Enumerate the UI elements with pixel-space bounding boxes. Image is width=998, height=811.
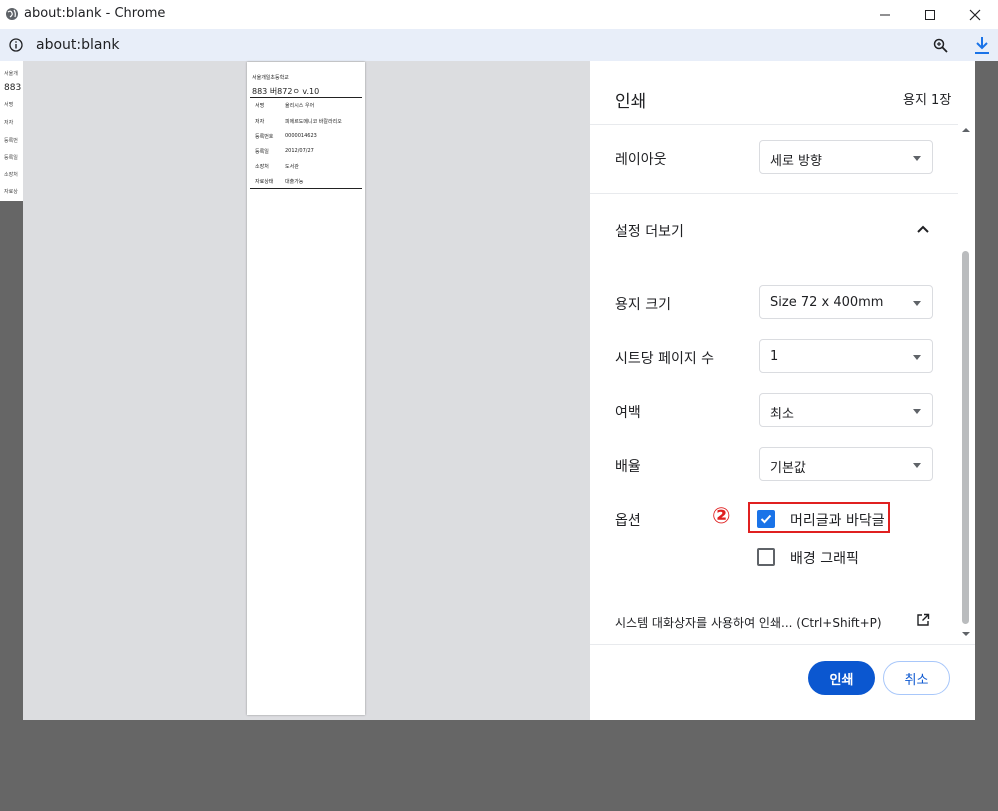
preview-key: 소장처 xyxy=(255,164,269,170)
margins-select[interactable]: 최소 xyxy=(759,393,933,427)
options-label: 옵션 xyxy=(615,513,641,529)
margins-label: 여백 xyxy=(615,405,641,421)
pages-per-sheet-select[interactable]: 1 xyxy=(759,339,933,373)
pages-per-sheet-label: 시트당 페이지 수 xyxy=(615,351,715,367)
cancel-button[interactable]: 취소 xyxy=(883,661,950,695)
preview-divider xyxy=(250,188,362,189)
preview-key: 서명 xyxy=(255,103,265,109)
background-page: 서울개 883 서명 저자 등록번 등록일 소장처 자료상 xyxy=(0,61,24,201)
print-button[interactable]: 인쇄 xyxy=(808,661,875,695)
bg-text: 자료상 xyxy=(4,189,18,195)
preview-value: 0000014623 xyxy=(285,133,317,139)
scale-label: 배율 xyxy=(615,459,641,475)
minimize-button[interactable] xyxy=(862,0,908,29)
open-external-icon xyxy=(917,613,930,626)
close-button[interactable] xyxy=(952,0,998,29)
bg-text: 등록번 xyxy=(4,138,18,144)
info-icon[interactable] xyxy=(9,38,23,52)
checkmark-icon xyxy=(760,514,772,524)
scroll-down-icon[interactable] xyxy=(961,630,971,638)
bg-text: 저자 xyxy=(4,120,14,126)
more-settings-label: 설정 더보기 xyxy=(615,224,684,240)
section-divider xyxy=(590,193,958,194)
layout-select[interactable]: 세로 방향 xyxy=(759,140,933,174)
preview-value: 율리시스 우어 xyxy=(285,103,315,109)
bg-text: 서울개 xyxy=(4,71,18,77)
scrollbar-thumb[interactable] xyxy=(962,251,969,624)
system-dialog-label: 시스템 대화상자를 사용하여 인쇄... (Ctrl+Shift+P) xyxy=(615,616,882,630)
globe-icon xyxy=(6,8,18,20)
paper-size-select[interactable]: Size 72 x 400mm xyxy=(759,285,933,319)
zoom-icon[interactable] xyxy=(933,38,948,53)
layout-value: 세로 방향 xyxy=(770,154,822,169)
bg-text: 소장처 xyxy=(4,172,18,178)
chevron-down-icon xyxy=(913,301,921,306)
chevron-down-icon xyxy=(913,409,921,414)
chevron-down-icon xyxy=(913,156,921,161)
preview-key: 자료상태 xyxy=(255,179,274,185)
maximize-button[interactable] xyxy=(907,0,953,29)
scroll-up-icon[interactable] xyxy=(961,126,971,134)
preview-page: 서울개일초등학교 883 버872ㅇ v.10 서명 율리시스 우어 저자 피에… xyxy=(247,62,365,715)
preview-school: 서울개일초등학교 xyxy=(252,75,289,81)
margins-value: 최소 xyxy=(770,407,794,422)
bg-text: 883 xyxy=(4,83,22,93)
system-dialog-link[interactable]: 시스템 대화상자를 사용하여 인쇄... (Ctrl+Shift+P) xyxy=(590,604,940,638)
preview-divider xyxy=(250,97,362,98)
paper-size-label: 용지 크기 xyxy=(615,297,671,313)
chevron-down-icon xyxy=(913,355,921,360)
layout-label: 레이아웃 xyxy=(615,152,667,168)
header-footer-checkbox[interactable] xyxy=(757,510,775,528)
title-bar: about:blank - Chrome xyxy=(0,0,998,29)
close-icon xyxy=(969,9,981,20)
chevron-up-icon xyxy=(917,225,929,233)
panel-title: 인쇄 xyxy=(615,92,647,112)
scale-select[interactable]: 기본값 xyxy=(759,447,933,481)
footer-divider xyxy=(590,644,975,645)
annotation-number: ② xyxy=(712,504,731,529)
maximize-icon xyxy=(925,9,935,20)
header-divider xyxy=(590,124,958,125)
sheet-count: 용지 1장 xyxy=(903,93,952,108)
minimize-icon xyxy=(880,14,890,15)
preview-value: 대출가능 xyxy=(285,179,304,185)
bg-text: 서명 xyxy=(4,102,14,108)
pages-per-sheet-value: 1 xyxy=(770,349,779,364)
preview-key: 저자 xyxy=(255,119,265,125)
more-settings-toggle[interactable]: 설정 더보기 xyxy=(590,200,958,260)
address-bar: about:blank xyxy=(0,29,998,61)
preview-value: 2012/07/27 xyxy=(285,148,314,154)
download-icon[interactable] xyxy=(974,36,990,55)
preview-value: 피에르도메니코 바칼라리오 xyxy=(285,119,342,125)
background-graphics-label[interactable]: 배경 그래픽 xyxy=(790,548,859,568)
preview-call-number: 883 버872ㅇ v.10 xyxy=(252,87,320,96)
bg-text: 등록일 xyxy=(4,155,18,161)
header-footer-label[interactable]: 머리글과 바닥글 xyxy=(790,510,885,530)
chevron-down-icon xyxy=(913,463,921,468)
background-graphics-checkbox[interactable] xyxy=(757,548,775,566)
scale-value: 기본값 xyxy=(770,461,806,476)
preview-key: 등록일 xyxy=(255,149,269,155)
window-title: about:blank - Chrome xyxy=(24,6,166,21)
preview-key: 등록번호 xyxy=(255,134,274,140)
url-text[interactable]: about:blank xyxy=(36,37,119,53)
paper-size-value: Size 72 x 400mm xyxy=(770,295,884,310)
preview-value: 도서관 xyxy=(285,164,299,170)
